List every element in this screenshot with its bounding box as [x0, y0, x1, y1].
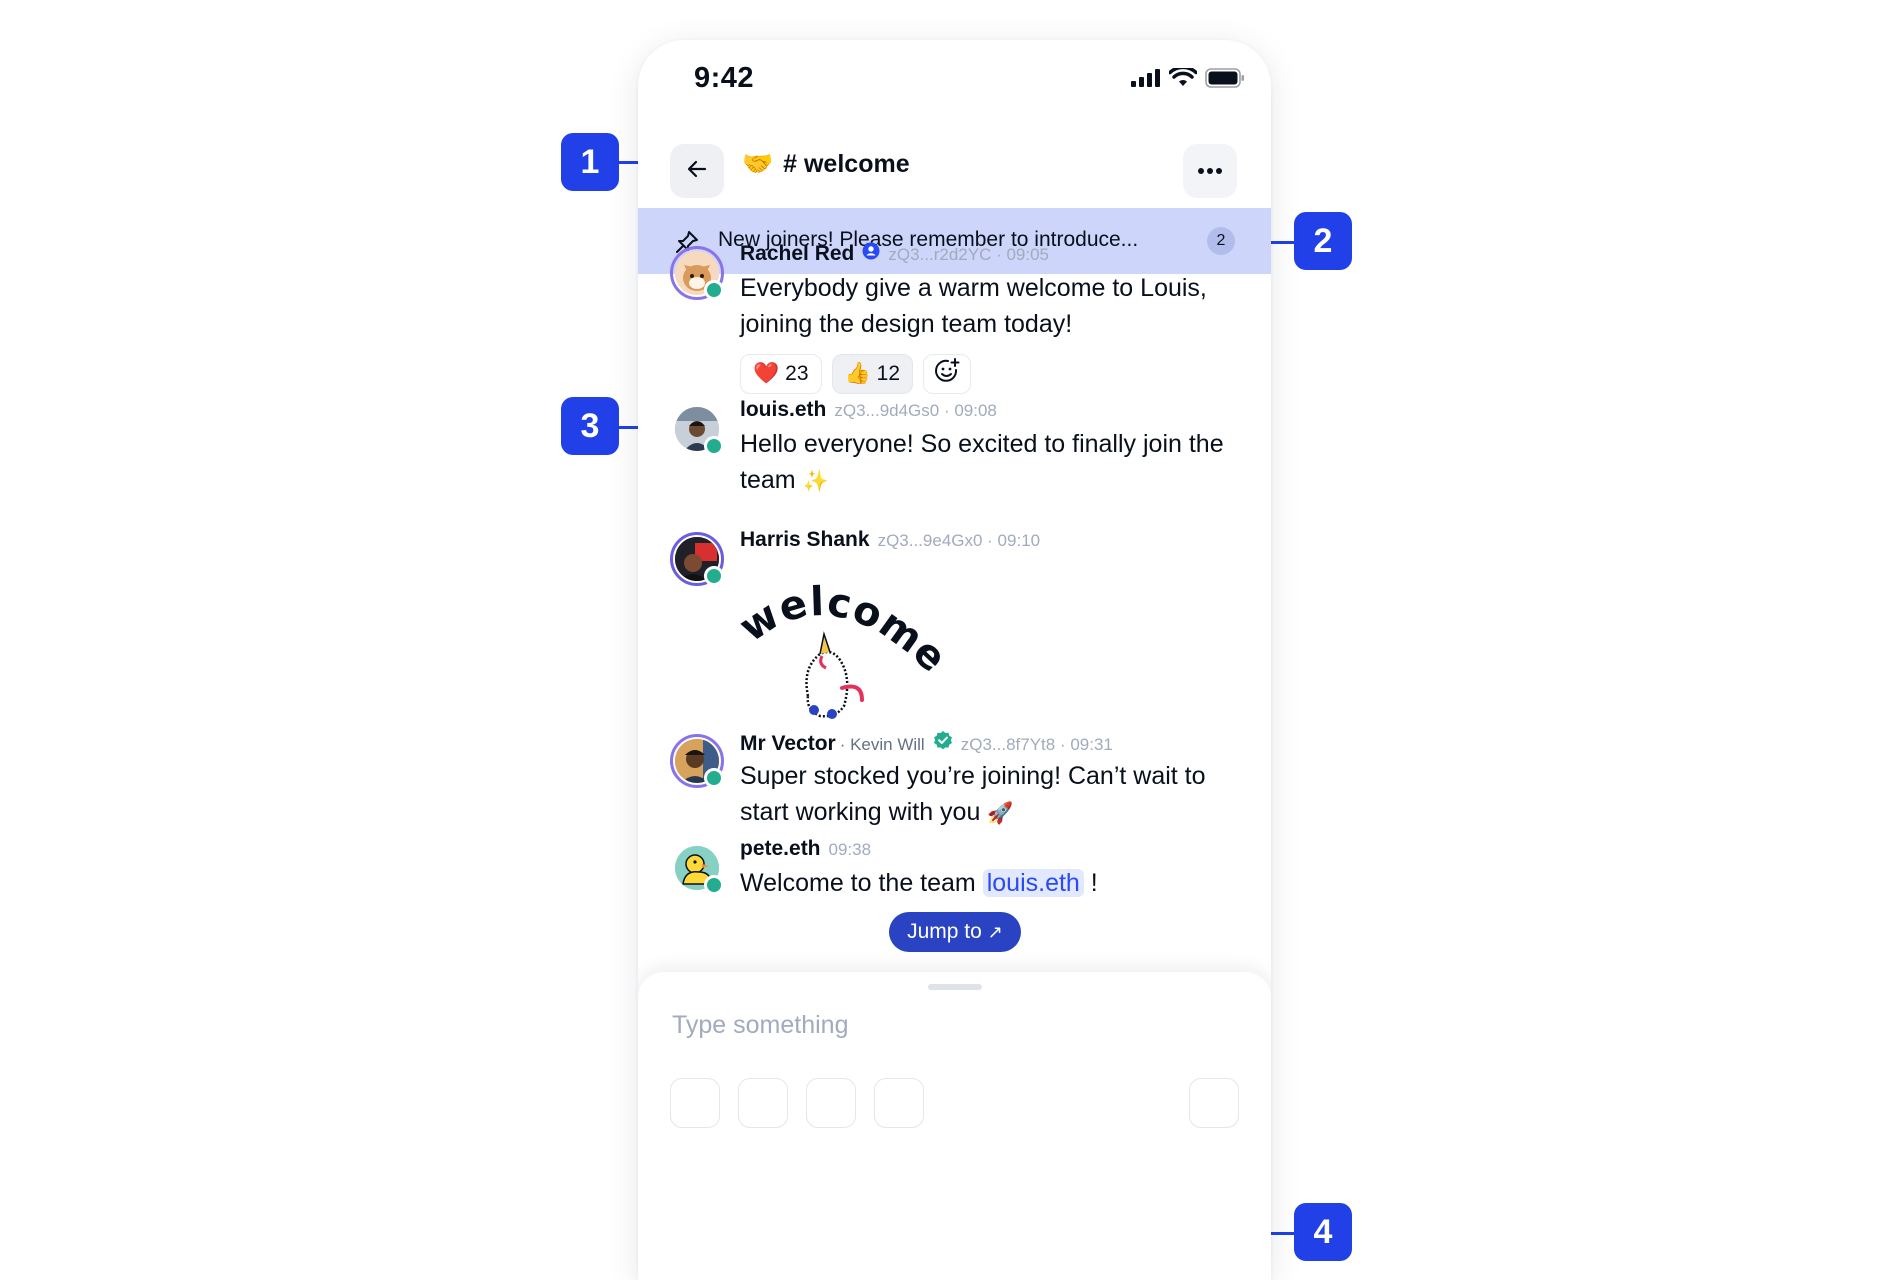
message-text: Super stocked you’re joining! Can’t wait… — [740, 758, 1240, 832]
welcome-sticker[interactable]: welcome! — [727, 539, 958, 738]
more-icon — [1197, 162, 1223, 180]
sparkles-emoji: ✨ — [802, 470, 829, 493]
status-time: 9:42 — [694, 62, 755, 94]
message-meta: zQ3...9d4Gs0 · 09:08 — [834, 401, 997, 420]
author-name[interactable]: louis.eth — [740, 398, 826, 422]
jump-to-label: Jump to — [907, 920, 982, 943]
sticker-text: welcome! — [727, 539, 957, 685]
user-mention[interactable]: louis.eth — [982, 869, 1084, 897]
more-options-button[interactable] — [1183, 144, 1237, 198]
avatar[interactable] — [670, 402, 724, 456]
status-bar: 9:42 — [638, 40, 1271, 124]
reaction-count: 12 — [876, 362, 901, 385]
unicorn-figure — [805, 631, 864, 719]
thumbs-up-emoji: 👍 — [844, 362, 871, 385]
signal-icon — [1131, 69, 1161, 92]
rocket-emoji: 🚀 — [987, 802, 1014, 825]
add-reaction-button[interactable] — [923, 354, 972, 394]
message-text: Hello everyone! So excited to finally jo… — [740, 426, 1240, 500]
jump-to-button[interactable]: Jump to ↗ — [889, 912, 1021, 952]
online-indicator — [704, 875, 724, 895]
composer-tool-button[interactable] — [738, 1078, 788, 1128]
callout-2: 2 — [1294, 212, 1352, 270]
reaction-thumbs-up[interactable]: 👍 12 — [831, 354, 914, 394]
message-meta: zQ3...9e4Gx0 · 09:10 — [877, 531, 1041, 550]
message-composer — [638, 972, 1271, 1280]
composer-send-button[interactable] — [1189, 1078, 1239, 1128]
author-name[interactable]: pete.eth — [740, 837, 821, 861]
composer-tool-button[interactable] — [670, 1078, 720, 1128]
online-indicator — [704, 436, 724, 456]
composer-tool-button[interactable] — [806, 1078, 856, 1128]
svg-text:welcome!: welcome! — [740, 578, 950, 682]
callout-3: 3 — [561, 397, 619, 455]
phone-frame: 9:42 🤝 # welcome New joiners! Please rem… — [638, 40, 1271, 1280]
message-text-content: Welcome to the team — [740, 869, 983, 897]
message-text-end: ! — [1083, 869, 1098, 897]
message-text: Welcome to the team louis.eth ! — [740, 865, 1240, 901]
arrow-left-icon — [685, 157, 709, 186]
composer-toolbar — [670, 1078, 924, 1128]
heart-emoji: ❤️ — [753, 362, 780, 385]
channel-header: 🤝 # welcome — [638, 132, 1271, 206]
message-input[interactable] — [670, 1002, 1234, 1048]
author-name[interactable]: Harris Shank — [740, 528, 870, 552]
reaction-heart[interactable]: ❤️ 23 — [740, 354, 822, 394]
message-item[interactable]: Rachel Red zQ3...r2d2YC · 09:05 Everybod… — [638, 242, 1271, 412]
callout-4: 4 — [1294, 1203, 1352, 1261]
online-indicator — [704, 566, 724, 586]
message-header: Rachel Red zQ3...r2d2YC · 09:05 — [740, 242, 1049, 266]
online-indicator — [704, 280, 724, 300]
message-meta: 09:38 — [828, 840, 872, 859]
channel-name: # welcome — [783, 150, 910, 178]
drag-handle[interactable] — [928, 984, 982, 990]
message-text: Everybody give a warm welcome to Louis, … — [740, 274, 1207, 338]
reactions-bar: ❤️ 23 👍 12 — [740, 354, 972, 394]
callout-1: 1 — [561, 133, 619, 191]
verified-icon — [933, 730, 953, 755]
status-icons — [1131, 65, 1245, 93]
reaction-count: 23 — [785, 362, 809, 385]
wifi-icon — [1168, 65, 1198, 93]
avatar[interactable] — [670, 532, 724, 586]
channel-emoji: 🤝 — [742, 150, 774, 178]
composer-tool-button[interactable] — [874, 1078, 924, 1128]
contact-badge-icon — [862, 242, 880, 265]
author-name[interactable]: Rachel Red — [740, 242, 854, 266]
channel-title: 🤝 # welcome — [742, 150, 910, 179]
avatar[interactable] — [670, 246, 724, 300]
back-button[interactable] — [670, 144, 724, 198]
message-meta: zQ3...8f7Yt8 · 09:31 — [960, 735, 1113, 754]
author-nickname: · Kevin Will — [839, 735, 925, 754]
message-header: louis.eth zQ3...9d4Gs0 · 09:08 — [740, 398, 997, 422]
message-header: Harris Shank zQ3...9e4Gx0 · 09:10 — [740, 528, 1040, 552]
message-item[interactable]: Mr Vector · Kevin Will zQ3...8f7Yt8 · 09… — [638, 730, 1271, 830]
avatar[interactable] — [670, 841, 724, 895]
message-item[interactable]: pete.eth 09:38 Welcome to the team louis… — [638, 837, 1271, 907]
message-header: Mr Vector · Kevin Will zQ3...8f7Yt8 · 09… — [740, 730, 1113, 756]
add-reaction-icon — [933, 357, 961, 391]
avatar[interactable] — [670, 734, 724, 788]
message-text-content: Super stocked you’re joining! Can’t wait… — [740, 762, 1206, 826]
message-header: pete.eth 09:38 — [740, 837, 871, 861]
message-item[interactable]: Harris Shank zQ3...9e4Gx0 · 09:10 welcom… — [638, 528, 1271, 748]
arrow-up-right-icon: ↗ — [987, 921, 1003, 942]
message-meta: zQ3...r2d2YC · 09:05 — [888, 245, 1050, 264]
author-name[interactable]: Mr Vector — [740, 732, 836, 756]
battery-icon — [1205, 68, 1245, 93]
online-indicator — [704, 768, 724, 788]
message-item[interactable]: louis.eth zQ3...9d4Gs0 · 09:08 Hello eve… — [638, 398, 1271, 498]
